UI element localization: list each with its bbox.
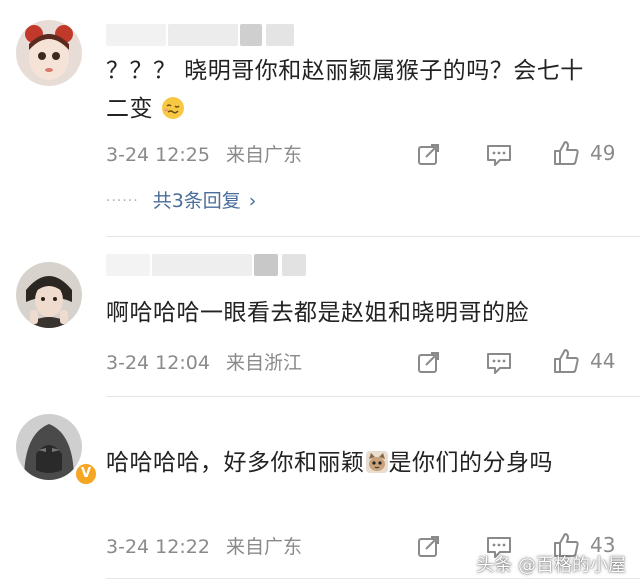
comment-meta: 3-24 12:04 来自浙江 <box>106 348 302 378</box>
thumbs-up-icon <box>554 141 579 165</box>
view-replies-link[interactable]: ······ 共3条回复 › <box>106 186 256 216</box>
comment-text-before: 哈哈哈哈，好多你和丽颖 <box>106 450 365 476</box>
cat-emoji <box>365 448 389 473</box>
like-button[interactable]: 49 <box>552 138 615 168</box>
avatar-image <box>16 20 82 86</box>
comment-2: 啊哈哈哈一眼看去都是赵姐和晓明哥的脸 3-24 12:04 来自浙江 44 <box>0 240 640 400</box>
share-icon <box>418 536 439 557</box>
location: 来自广东 <box>225 144 302 166</box>
like-count: 44 <box>590 349 616 373</box>
avatar-image <box>16 262 82 328</box>
comment-text: 啊哈哈哈一眼看去都是赵姐和晓明哥的脸 <box>106 294 606 332</box>
location: 来自广东 <box>225 536 302 558</box>
avatar[interactable] <box>16 262 82 328</box>
comment-text: 哈哈哈哈，好多你和丽颖 是你们的分身吗 <box>106 444 606 482</box>
avatar[interactable]: V <box>16 414 98 486</box>
avatar-image <box>16 414 82 480</box>
location: 来自浙江 <box>225 352 302 374</box>
chevron-right-icon: › <box>248 190 257 212</box>
woozy-face-emoji <box>161 94 185 119</box>
timestamp: 3-24 12:04 <box>106 352 210 374</box>
avatar[interactable] <box>16 20 82 86</box>
timestamp: 3-24 12:22 <box>106 536 210 558</box>
share-button[interactable] <box>416 140 442 170</box>
share-button[interactable] <box>416 348 442 378</box>
reply-dots: ······ <box>106 193 139 209</box>
comment-meta: 3-24 12:25 来自广东 <box>106 140 302 170</box>
verified-badge: V <box>74 462 98 486</box>
share-button[interactable] <box>416 532 442 562</box>
comment-button[interactable] <box>485 348 513 378</box>
divider <box>106 236 640 237</box>
replies-label: 共3条回复 <box>152 190 241 212</box>
comment-button[interactable] <box>485 140 513 170</box>
thumbs-up-icon <box>554 349 579 373</box>
comment-text: ？？？ 晓明哥你和赵丽颖属猴子的吗？会七十二变 <box>106 52 606 128</box>
divider <box>106 396 640 397</box>
comment-text-body: 啊哈哈哈一眼看去都是赵姐和晓明哥的脸 <box>106 300 529 326</box>
comment-icon <box>487 353 511 374</box>
comment-text-after: 是你们的分身吗 <box>388 450 553 476</box>
comment-icon <box>487 145 511 166</box>
divider <box>106 578 640 579</box>
username-blurred[interactable] <box>106 24 346 46</box>
comment-meta: 3-24 12:22 来自广东 <box>106 532 302 562</box>
timestamp: 3-24 12:25 <box>106 144 210 166</box>
share-icon <box>418 352 439 373</box>
like-count: 49 <box>590 141 616 165</box>
watermark: 头条 @百格的小屋 <box>476 555 626 576</box>
comment-1: ？？？ 晓明哥你和赵丽颖属猴子的吗？会七十二变 3-24 12:25 来自广东 <box>0 0 640 240</box>
share-icon <box>418 144 439 165</box>
username-blurred[interactable] <box>106 254 346 276</box>
like-button[interactable]: 44 <box>552 346 615 376</box>
